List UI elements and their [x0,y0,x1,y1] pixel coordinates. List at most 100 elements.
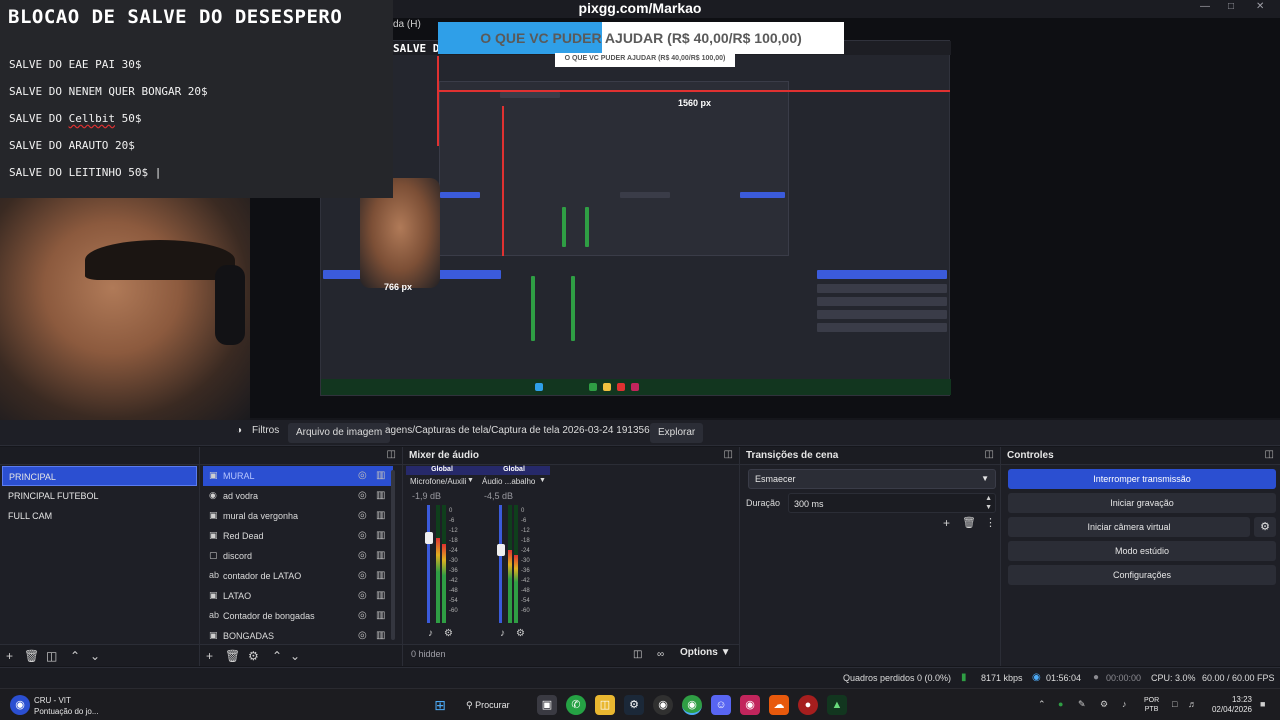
more-options-icon[interactable]: ⋮ [985,516,996,529]
delete-source-icon[interactable]: 🗑 [225,649,240,663]
stop-stream-button[interactable]: Interromper transmissão [1008,469,1276,489]
channel-name[interactable]: Microfone/Auxili [410,477,466,486]
scene-item-principal[interactable]: PRINCIPAL [2,466,197,486]
network-icon[interactable]: □ [1172,699,1177,709]
add-scene-icon[interactable]: + [6,649,13,663]
minimize-icon[interactable]: — [1200,1,1210,12]
visibility-icon[interactable]: ◎ [358,550,367,561]
speaker-icon[interactable]: ♪ [500,628,505,639]
dock-undock-icon[interactable]: ◫ [387,449,396,460]
taskbar-search[interactable]: ⚲ Procurar [466,695,526,715]
mixer-link-icon[interactable]: ∞ [657,649,664,660]
channel-name[interactable]: Áudio ...abalho [482,477,535,486]
overlay-line[interactable]: SALVE DO LEITINHO 50$ | [9,166,161,179]
source-item[interactable]: ▣ Red Dead ◎ ▥ [203,526,393,546]
visibility-icon[interactable]: ◎ [358,470,367,481]
visibility-icon[interactable]: ◎ [358,530,367,541]
move-up-icon[interactable]: ⌃ [272,649,282,663]
dock-undock-icon[interactable]: ◫ [1265,449,1274,460]
source-item[interactable]: ab Contador de bongadas ◎ ▥ [203,606,393,626]
duration-input[interactable]: 300 ms ▲ ▼ [788,493,996,513]
channel-settings-icon[interactable]: ⚙ [444,628,453,639]
visibility-icon[interactable]: ◎ [358,570,367,581]
source-item[interactable]: ▢ discord ◎ ▥ [203,546,393,566]
move-up-icon[interactable]: ⌃ [70,649,80,663]
lock-icon[interactable]: ▥ [376,470,385,481]
visibility-icon[interactable]: ◎ [358,630,367,641]
lock-icon[interactable]: ▥ [376,530,385,541]
windows-start-icon[interactable]: ⊞ [430,695,450,715]
mixer-options-button[interactable]: Options ▼ [680,647,730,658]
channel-settings-icon[interactable]: ⚙ [516,628,525,639]
spin-arrows-icon[interactable]: ▲ ▼ [985,494,992,512]
filters-button[interactable]: Filtros [252,425,279,436]
steam-icon[interactable]: ⚙ [624,695,644,715]
scene-item-principal-futebol[interactable]: PRINCIPAL FUTEBOL [2,486,197,506]
move-down-icon[interactable]: ⌄ [90,649,100,663]
discord-icon[interactable]: ☺ [711,695,731,715]
lock-icon[interactable]: ▥ [376,630,385,641]
speaker-icon[interactable]: ♪ [428,628,433,639]
delete-scene-icon[interactable]: 🗑 [24,649,39,663]
tray-pen-icon[interactable]: ✎ [1078,699,1086,710]
scene-item-full-cam[interactable]: FULL CAM [2,506,197,526]
transition-select[interactable]: Esmaecer ▼ [748,469,996,489]
dock-undock-icon[interactable]: ◫ [985,449,994,460]
lock-icon[interactable]: ▥ [376,510,385,521]
language-indicator[interactable]: POR PTB [1144,696,1159,714]
filter-scene-icon[interactable]: ◫ [46,649,57,663]
visibility-icon[interactable]: ◎ [358,590,367,601]
chevron-down-icon[interactable]: ▼ [539,477,546,484]
volume-icon[interactable]: ♬ [1188,699,1197,709]
visibility-icon[interactable]: ◎ [358,510,367,521]
mixer-layout-icon[interactable]: ◫ [633,649,642,660]
chrome-icon[interactable]: ◉ [682,695,702,715]
gear-icon[interactable]: ⚙ [1254,517,1276,537]
move-down-icon[interactable]: ⌄ [290,649,300,663]
red-app-icon[interactable]: ● [798,695,818,715]
tray-steam-icon[interactable]: ⚙ [1100,699,1108,710]
notification-icon[interactable]: ■ [1260,699,1265,709]
lock-icon[interactable]: ▥ [376,610,385,621]
explore-button[interactable]: Explorar [650,423,704,443]
add-source-icon[interactable]: + [206,649,213,663]
settings-button[interactable]: Configurações [1008,565,1276,585]
whatsapp-icon[interactable]: ✆ [566,695,586,715]
source-item[interactable]: ▣ mural da vergonha ◎ ▥ [203,506,393,526]
start-recording-button[interactable]: Iniciar gravação [1008,493,1276,513]
image-path-field[interactable]: agens/Capturas de tela/Captura de tela 2… [385,425,669,436]
dock-undock-icon[interactable]: ◫ [724,449,733,460]
visibility-icon[interactable]: ◎ [358,490,367,501]
obs-icon[interactable]: ◉ [653,695,673,715]
image-file-button[interactable]: Arquivo de imagem [288,423,391,443]
lock-icon[interactable]: ▥ [376,550,385,561]
close-icon[interactable]: ✕ [1256,1,1264,12]
lock-icon[interactable]: ▥ [376,570,385,581]
taskbar-clock[interactable]: 13:23 02/04/2026 [1208,695,1252,715]
tray-expand-icon[interactable]: ⌃ [1038,699,1046,710]
tray-green-icon[interactable]: ● [1058,699,1063,709]
source-item[interactable]: ▣ MURAL ◎ ▥ [203,466,393,486]
start-virtual-camera-button[interactable]: Iniciar câmera virtual [1008,517,1250,537]
instagram-icon[interactable]: ◉ [740,695,760,715]
source-item[interactable]: ▣ LATAO ◎ ▥ [203,586,393,606]
volume-slider-knob[interactable] [425,532,433,544]
cloud-app-icon[interactable]: ☁ [769,695,789,715]
sources-scrollbar[interactable] [391,470,395,640]
source-item[interactable]: ◉ ad vodra ◎ ▥ [203,486,393,506]
file-explorer-icon[interactable]: ◫ [595,695,615,715]
add-transition-icon[interactable]: + [943,516,950,530]
visibility-icon[interactable]: ◎ [358,610,367,621]
weather-widget-icon[interactable]: ◉ [10,695,30,715]
studio-mode-button[interactable]: Modo estúdio [1008,541,1276,561]
weather-widget[interactable]: CRU - VIT Pontuação do jo... [34,695,99,717]
source-item[interactable]: ▣ BONGADAS ◎ ▥ [203,626,393,646]
lock-icon[interactable]: ▥ [376,590,385,601]
task-view-icon[interactable]: ▣ [537,695,557,715]
volume-slider-track[interactable] [499,505,502,623]
volume-slider-knob[interactable] [497,544,505,556]
lock-icon[interactable]: ▥ [376,490,385,501]
delete-transition-icon[interactable]: 🗑 [962,516,976,529]
microphone-icon[interactable]: ♪ [1122,699,1127,709]
filters-icon[interactable]: ◑ [236,425,242,436]
